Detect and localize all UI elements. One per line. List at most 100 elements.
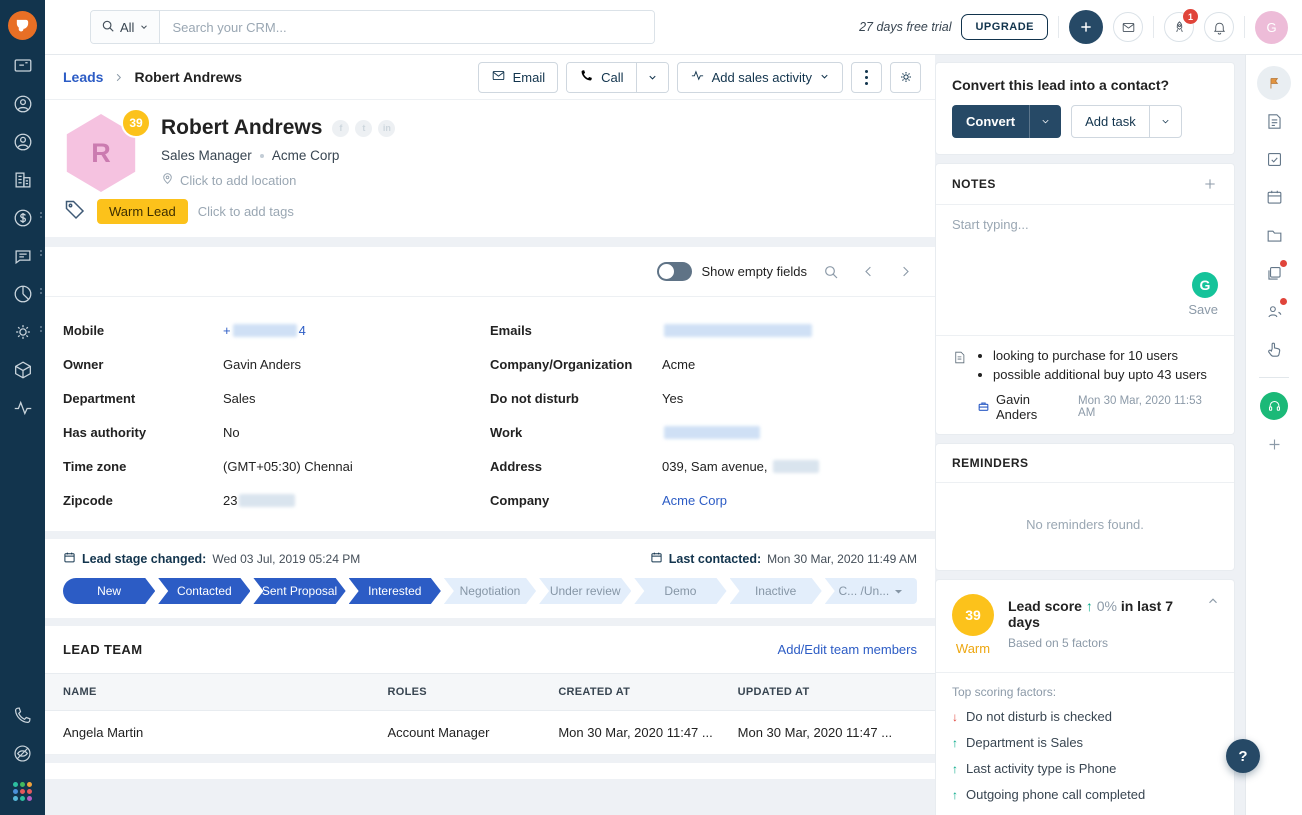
facebook-icon[interactable]: f — [332, 119, 350, 137]
add-location-link[interactable]: Click to add location — [161, 172, 395, 188]
gear-icon[interactable] — [5, 320, 42, 344]
save-note-button[interactable]: Save — [1188, 302, 1218, 317]
cube-icon[interactable] — [5, 358, 41, 382]
note-author: Gavin Anders — [996, 392, 1038, 422]
quick-add-button[interactable] — [1069, 10, 1103, 44]
company-value-link[interactable]: Acme Corp — [662, 493, 917, 508]
contact-icon[interactable] — [5, 92, 41, 116]
lead-stage-pipeline: New Contacted Sent Proposal Interested N… — [63, 578, 917, 604]
stage-sent-proposal[interactable]: Sent Proposal — [253, 578, 345, 604]
stage-negotiation[interactable]: Negotiation — [444, 578, 536, 604]
phone-icon[interactable] — [5, 703, 41, 727]
freshdesk-support-icon[interactable] — [1256, 388, 1292, 424]
last-contacted: Last contacted: Mon 30 Mar, 2020 11:49 AM — [650, 551, 917, 567]
files-panel-icon[interactable] — [1256, 217, 1292, 253]
lead-stage-changed: Lead stage changed: Wed 03 Jul, 2019 05:2… — [63, 551, 360, 567]
add-note-button[interactable] — [1202, 176, 1218, 192]
search-input[interactable] — [160, 11, 654, 43]
eye-off-icon[interactable] — [5, 741, 41, 765]
more-actions-button[interactable] — [851, 61, 882, 93]
stage-inactive[interactable]: Inactive — [730, 578, 822, 604]
grammarly-icon[interactable]: G — [1192, 272, 1218, 298]
convert-button[interactable]: Convert — [952, 105, 1029, 138]
add-sales-activity-button[interactable]: Add sales activity — [676, 61, 843, 93]
envelope-icon — [491, 68, 506, 86]
field-company-organization: Company/Organization Acme — [490, 356, 696, 372]
app-grid-icon[interactable] — [5, 779, 41, 803]
field-company: Company Acme Corp — [490, 483, 917, 517]
announcements-icon[interactable] — [1256, 65, 1292, 101]
lead-score-card: 39 Warm Lead score ↑ 0% in last 7 days B… — [935, 579, 1235, 815]
call-button[interactable]: Call — [567, 62, 636, 92]
stage-closed-unqualified[interactable]: C... /Un... — [824, 578, 917, 604]
user-icon[interactable] — [5, 130, 41, 154]
linkedin-icon[interactable]: in — [378, 119, 396, 137]
meetings-panel-icon[interactable] — [1256, 179, 1292, 215]
notes-panel-icon[interactable] — [1256, 103, 1292, 139]
calendar-icon — [63, 551, 76, 567]
field-emails: Emails — [490, 313, 917, 347]
next-record-button[interactable] — [898, 264, 913, 280]
participants-panel-icon[interactable] — [1256, 293, 1292, 329]
note-list-item[interactable]: looking to purchase for 10 users possibl… — [936, 335, 1234, 434]
mobile-value-link[interactable]: +4 — [223, 323, 490, 338]
documents-panel-icon[interactable] — [1256, 255, 1292, 291]
right-panel: Convert this lead into a contact? Conver… — [935, 55, 1245, 815]
stage-demo[interactable]: Demo — [634, 578, 726, 604]
edit-team-members-link[interactable]: Add/Edit team members — [778, 642, 917, 657]
note-input[interactable] — [952, 217, 1218, 269]
factors-title: Top scoring factors: — [952, 685, 1057, 699]
stage-under-review[interactable]: Under review — [539, 578, 631, 604]
field-search-icon[interactable] — [823, 264, 839, 280]
lead-details-card: Show empty fields Mobile +4 Owner Gavin … — [45, 247, 935, 531]
convert-dropdown-button[interactable] — [1029, 105, 1061, 138]
pie-chart-icon[interactable] — [5, 282, 42, 306]
upgrade-button[interactable]: UPGRADE — [961, 14, 1048, 40]
walkthrough-hand-icon[interactable] — [1256, 331, 1292, 367]
divider — [1058, 16, 1059, 38]
call-button-group: Call — [566, 61, 669, 93]
add-panel-icon[interactable] — [1256, 426, 1292, 462]
up-arrow-icon: ↑ — [952, 788, 958, 802]
tasks-panel-icon[interactable] — [1256, 141, 1292, 177]
freshworks-logo[interactable] — [8, 11, 37, 40]
email-inbox-button[interactable] — [1113, 12, 1143, 42]
stage-contacted[interactable]: Contacted — [158, 578, 250, 604]
building-icon[interactable] — [5, 168, 41, 192]
notifications-button[interactable] — [1204, 12, 1234, 42]
chevron-right-icon — [113, 72, 124, 83]
table-row[interactable]: Angela Martin Account Manager Mon 30 Mar… — [45, 711, 935, 755]
add-task-dropdown-button[interactable] — [1148, 106, 1181, 137]
user-avatar[interactable]: G — [1255, 10, 1288, 44]
whats-new-button[interactable]: 1 — [1164, 9, 1198, 42]
add-tags-link[interactable]: Click to add tags — [198, 204, 294, 219]
breadcrumb-leads-link[interactable]: Leads — [63, 69, 103, 85]
chat-icon[interactable] — [5, 244, 42, 268]
search-scope-dropdown[interactable]: All — [91, 11, 161, 43]
stage-interested[interactable]: Interested — [349, 578, 441, 604]
column-header-name: NAME — [63, 686, 97, 698]
notification-badge: 1 — [1183, 9, 1198, 24]
lead-score-badge: 39 — [121, 108, 151, 138]
tag-chip-warm-lead[interactable]: Warm Lead — [97, 199, 188, 224]
kebab-icon — [865, 69, 868, 85]
call-dropdown-button[interactable] — [635, 62, 668, 92]
prev-record-button[interactable] — [861, 264, 876, 280]
help-button[interactable]: ? — [1226, 739, 1260, 773]
collapse-chevron-icon[interactable] — [1206, 594, 1220, 656]
page-settings-button[interactable] — [890, 61, 921, 93]
pulse-icon[interactable] — [5, 396, 41, 420]
stage-new[interactable]: New — [63, 578, 155, 604]
email-button[interactable]: Email — [477, 61, 559, 93]
phone-icon — [579, 68, 594, 86]
display-icon[interactable] — [5, 54, 41, 78]
field-owner: Owner Gavin Anders — [63, 356, 302, 372]
twitter-icon[interactable]: t — [355, 119, 373, 137]
breadcrumb-bar: Leads Robert Andrews Email Call Add sale… — [45, 55, 935, 100]
dollar-icon[interactable] — [5, 206, 42, 230]
show-empty-fields-toggle[interactable] — [656, 262, 692, 281]
team-member-name: Angela Martin — [63, 725, 144, 740]
add-task-button[interactable]: Add task — [1072, 106, 1149, 137]
emails-value-link[interactable] — [662, 323, 917, 338]
masked-value — [239, 493, 296, 507]
